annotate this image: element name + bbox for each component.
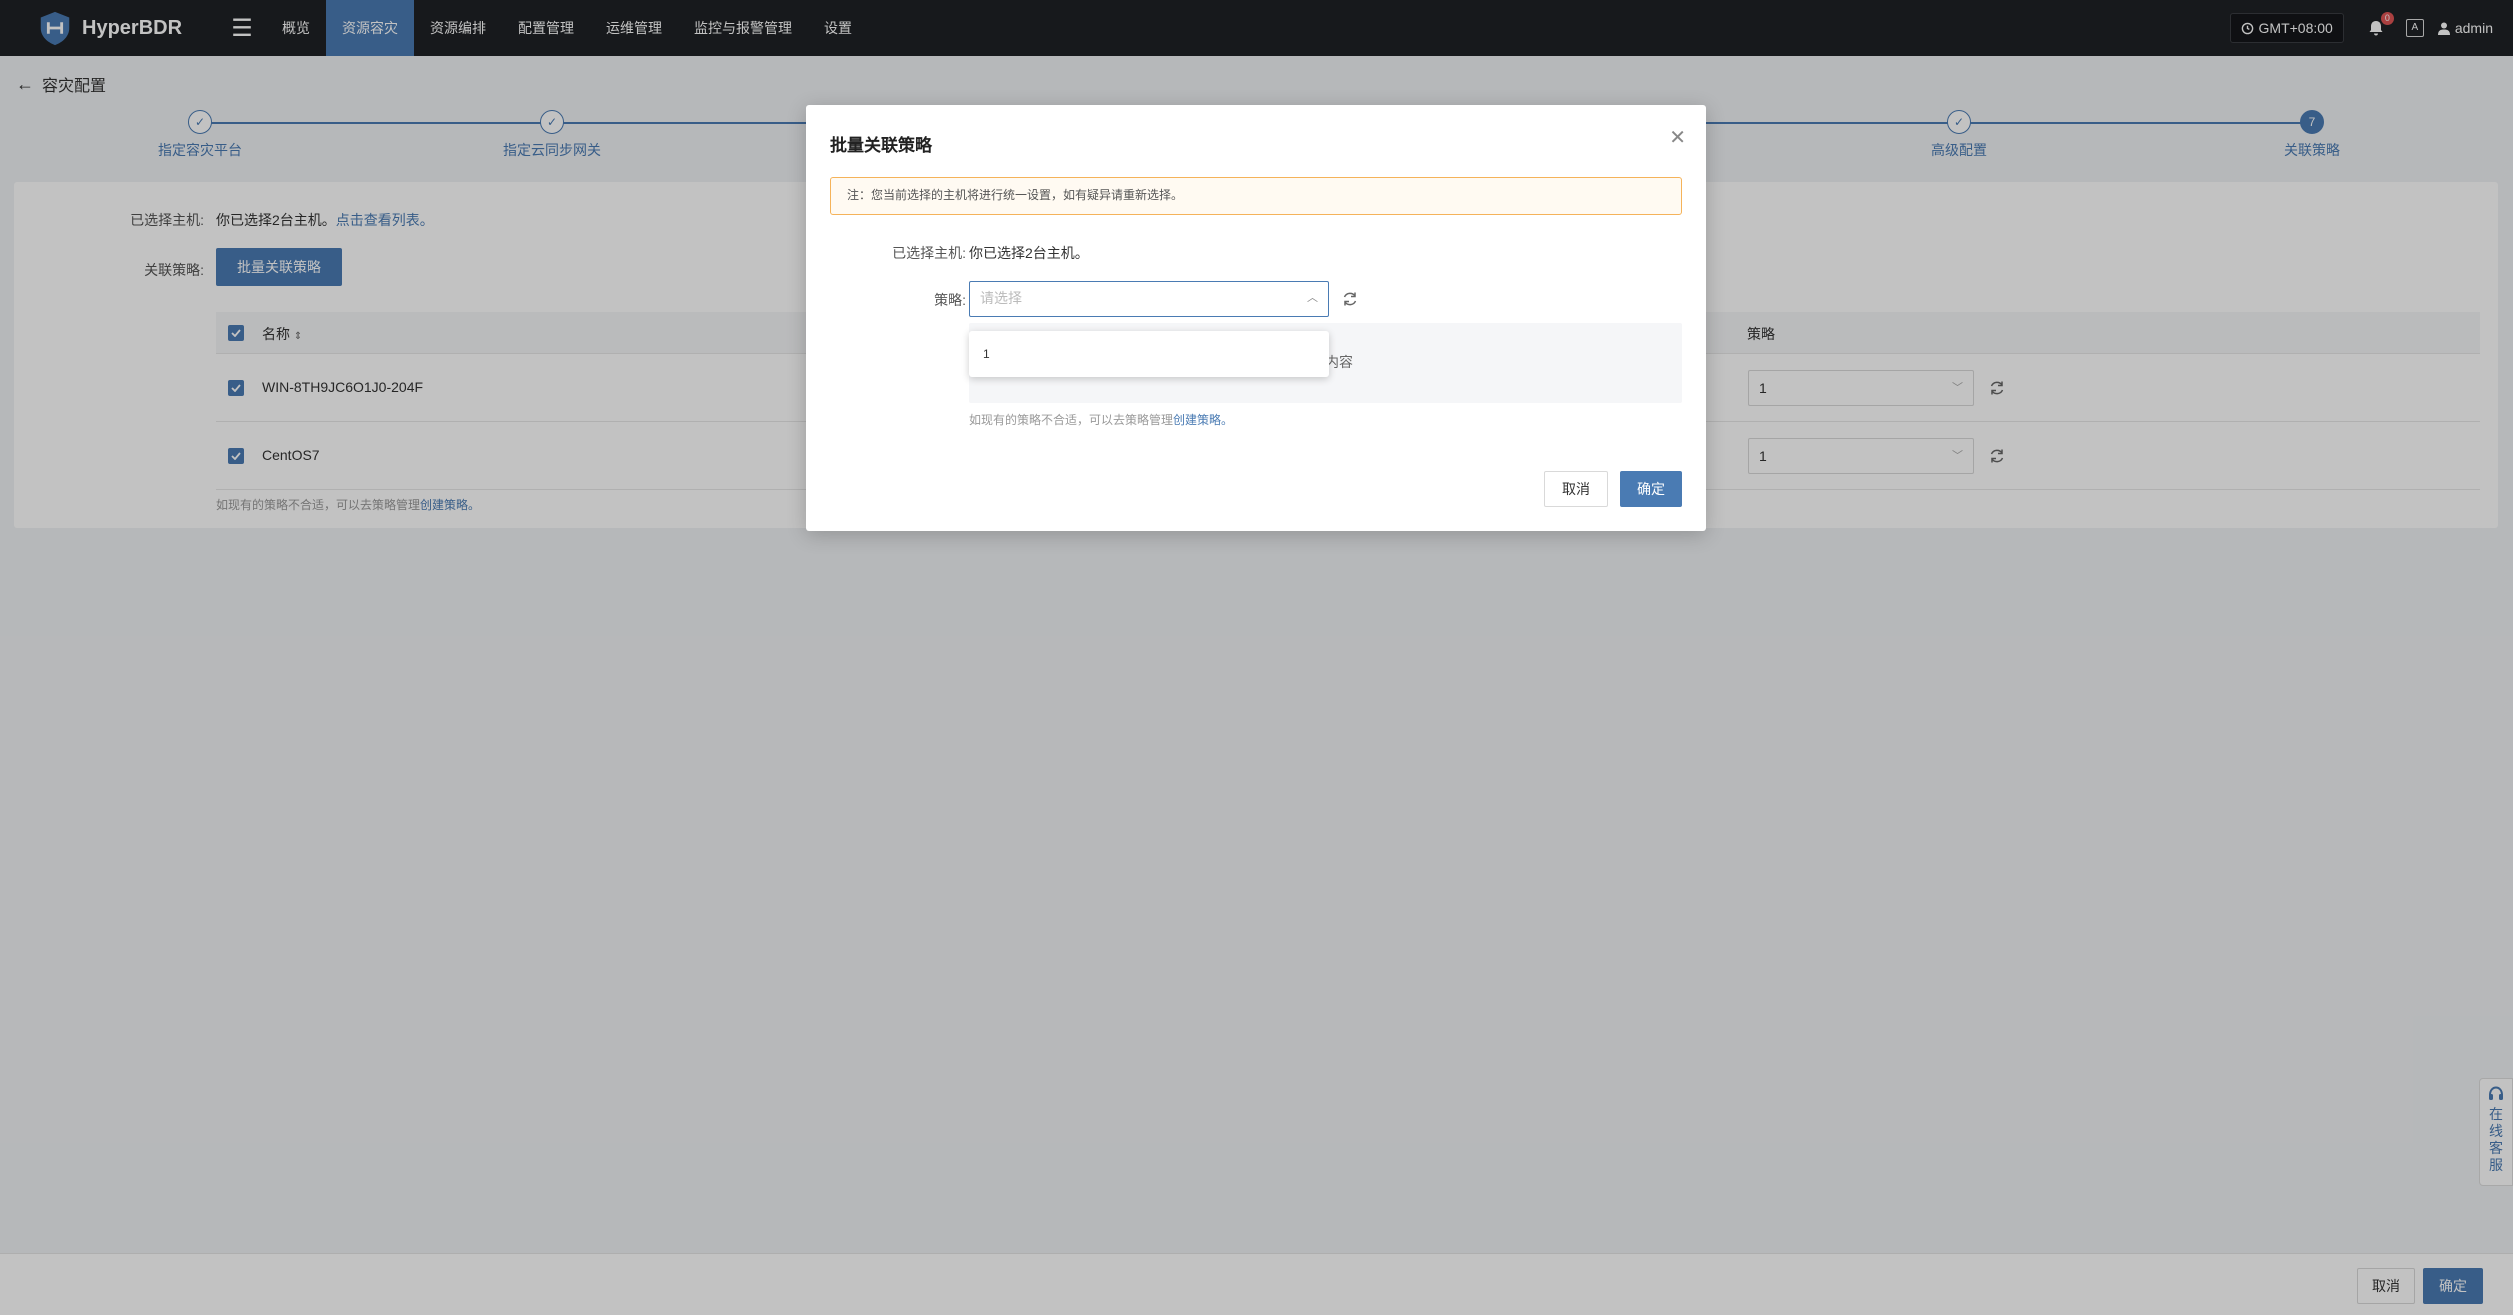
dialog-confirm-button[interactable]: 确定: [1620, 471, 1682, 507]
policy-dropdown: 1: [969, 331, 1329, 377]
dialog-hint-text: 如现有的策略不合适，可以去策略管理: [969, 413, 1174, 427]
policy-option[interactable]: 1: [983, 331, 1329, 377]
close-icon[interactable]: ✕: [1669, 125, 1686, 150]
dialog-selected-value: 你已选择2台主机。: [969, 245, 1089, 261]
dialog-policy-label: 策略:: [934, 292, 966, 308]
dialog-hint: 如现有的策略不合适，可以去策略管理创建策略。: [969, 411, 1233, 428]
dialog-cancel-button[interactable]: 取消: [1544, 471, 1608, 507]
policy-select[interactable]: 请选择 ︿: [969, 281, 1329, 317]
notice-banner: 注：您当前选择的主机将进行统一设置，如有疑异请重新选择。: [830, 177, 1682, 215]
dialog-create-policy-link[interactable]: 创建策略。: [1173, 413, 1233, 427]
empty-text: 内容: [1325, 354, 1353, 370]
dialog-selected-label: 已选择主机:: [892, 245, 966, 261]
refresh-icon[interactable]: [1341, 290, 1359, 308]
dialog-title: 批量关联策略: [830, 136, 932, 155]
chevron-up-icon: ︿: [1307, 292, 1318, 304]
batch-policy-dialog: 批量关联策略 ✕ 注：您当前选择的主机将进行统一设置，如有疑异请重新选择。 已选…: [806, 105, 1706, 531]
policy-select-placeholder: 请选择: [980, 290, 1022, 306]
